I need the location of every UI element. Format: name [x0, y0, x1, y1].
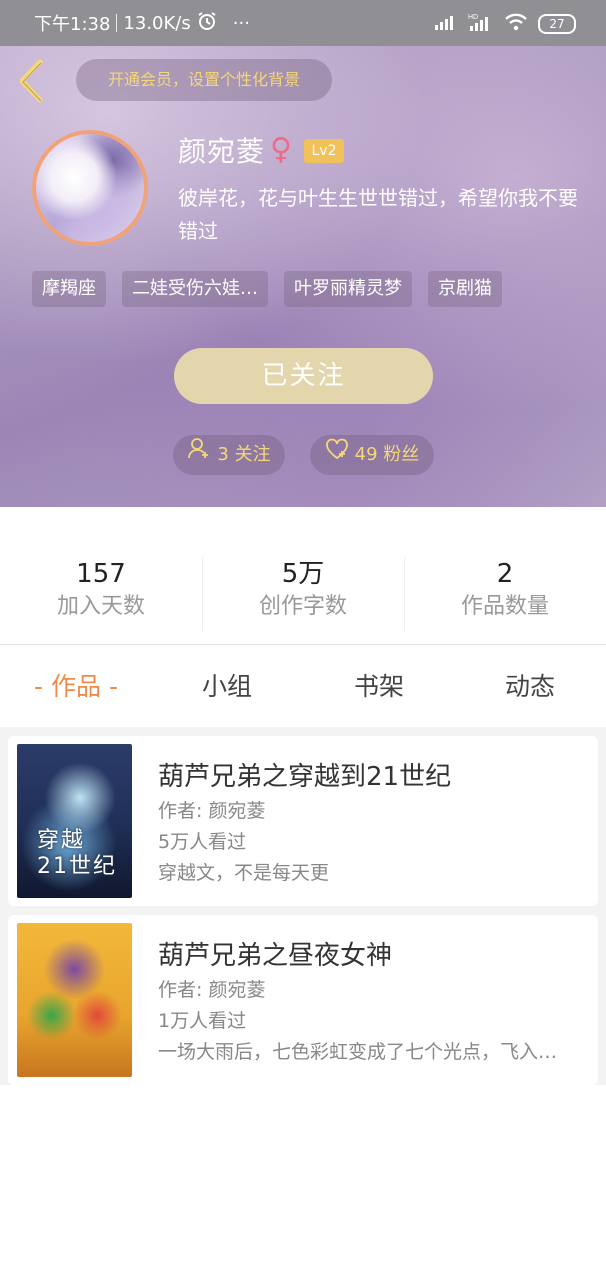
- back-button[interactable]: [14, 56, 50, 106]
- heart-icon: [325, 435, 349, 475]
- tab-activity[interactable]: 动态: [470, 667, 590, 703]
- tab-works[interactable]: - 作品 -: [16, 667, 136, 703]
- status-time: 下午1:38: [34, 14, 111, 35]
- fans-count-button[interactable]: 49 粉丝: [310, 435, 434, 475]
- stat-word-count: 5万 创作字数: [202, 557, 404, 623]
- tag-item[interactable]: 叶罗丽精灵梦: [284, 271, 412, 307]
- status-bar: 下午1:38 13.0K/s ··· HD 27: [0, 0, 606, 46]
- stat-label: 创作字数: [258, 594, 347, 619]
- vip-background-prompt[interactable]: 开通会员，设置个性化背景: [76, 59, 332, 101]
- tag-item[interactable]: 摩羯座: [32, 271, 106, 307]
- tab-bookshelf[interactable]: 书架: [319, 667, 439, 703]
- work-card[interactable]: 葫芦兄弟之昼夜女神 作者: 颜宛菱 1万人看过 一场大雨后，七色彩虹变成了七个光…: [8, 915, 598, 1085]
- battery-indicator: 27: [538, 14, 576, 34]
- profile-tabs: - 作品 - 小组 书架 动态: [0, 645, 606, 727]
- wifi-icon: [504, 13, 528, 35]
- profile-header: 下午1:38 13.0K/s ··· HD 27 开通会员，设置个性化背景 颜宛…: [0, 0, 606, 507]
- tag-item[interactable]: 京剧猫: [428, 271, 502, 307]
- signal-icon: [434, 13, 458, 35]
- following-count: 3 关注: [217, 444, 271, 465]
- fans-count: 49 粉丝: [354, 444, 420, 465]
- user-signature: 彼岸花，花与叶生生世世错过，希望你我不要错过: [178, 186, 578, 243]
- tab-groups[interactable]: 小组: [167, 667, 287, 703]
- user-add-icon: [187, 435, 211, 475]
- stat-value: 157: [76, 559, 126, 589]
- avatar[interactable]: [32, 130, 148, 246]
- followed-button[interactable]: 已关注: [174, 348, 433, 404]
- work-author: 作者: 颜宛菱: [158, 800, 266, 822]
- work-title: 葫芦兄弟之昼夜女神: [158, 941, 393, 971]
- work-author: 作者: 颜宛菱: [158, 979, 266, 1001]
- stat-works-count: 2 作品数量: [404, 557, 606, 623]
- cover-title-art: 穿越 21世纪: [37, 828, 117, 879]
- female-icon: ♀: [270, 132, 292, 167]
- status-network-speed: 13.0K/s: [123, 12, 191, 34]
- stats-row: 157 加入天数 5万 创作字数 2 作品数量: [0, 507, 606, 645]
- stat-value: 5万: [281, 559, 325, 589]
- work-cover-image: 穿越 21世纪: [17, 744, 132, 898]
- level-badge: Lv2: [304, 139, 344, 163]
- tag-item[interactable]: 二娃受伤六娃…: [122, 271, 268, 307]
- works-list: 穿越 21世纪 葫芦兄弟之穿越到21世纪 作者: 颜宛菱 5万人看过 穿越文，不…: [0, 727, 606, 1085]
- work-title: 葫芦兄弟之穿越到21世纪: [158, 762, 452, 792]
- stat-value: 2: [496, 559, 514, 589]
- stat-label: 作品数量: [460, 594, 549, 619]
- hd-signal-icon: HD: [468, 12, 494, 36]
- svg-text:HD: HD: [468, 14, 478, 21]
- alarm-icon: [197, 11, 217, 36]
- work-views: 5万人看过: [158, 831, 247, 853]
- work-cover-image: [17, 923, 132, 1077]
- following-count-button[interactable]: 3 关注: [173, 435, 285, 475]
- status-separator: [116, 14, 118, 32]
- status-more: ···: [232, 12, 250, 34]
- work-description: 穿越文，不是每天更: [158, 862, 330, 884]
- username: 颜宛菱: [178, 135, 266, 168]
- interest-tags: 摩羯座 二娃受伤六娃… 叶罗丽精灵梦 京剧猫: [32, 271, 502, 307]
- work-card[interactable]: 穿越 21世纪 葫芦兄弟之穿越到21世纪 作者: 颜宛菱 5万人看过 穿越文，不…: [8, 736, 598, 906]
- work-views: 1万人看过: [158, 1010, 247, 1032]
- stat-label: 加入天数: [56, 594, 145, 619]
- work-description: 一场大雨后，七色彩虹变成了七个光点，飞入…: [158, 1041, 558, 1063]
- stat-join-days: 157 加入天数: [0, 557, 202, 623]
